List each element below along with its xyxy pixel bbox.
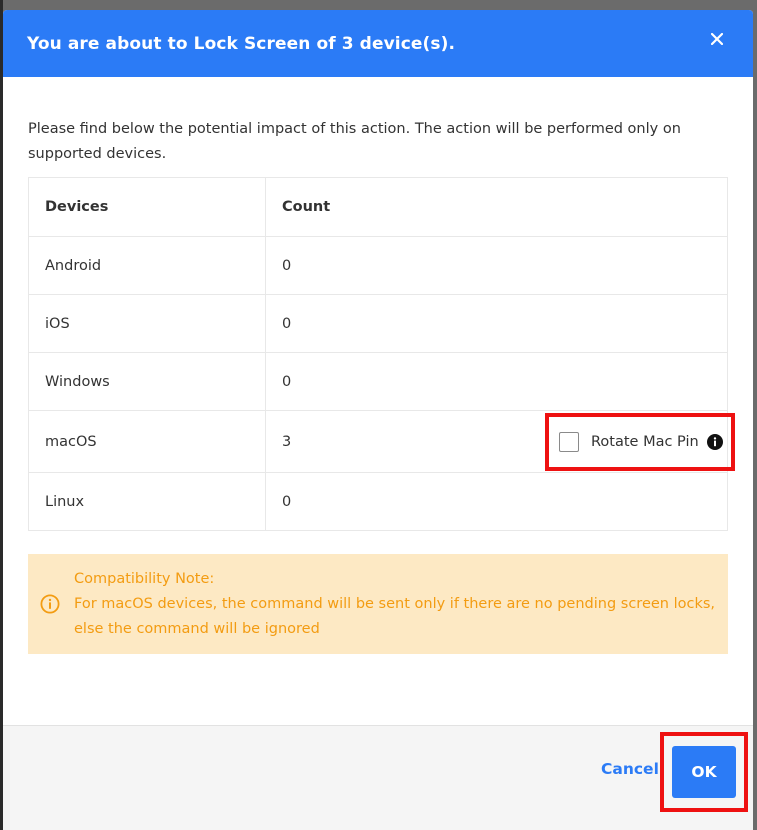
device-name: macOS <box>28 410 266 473</box>
table-row: Windows 0 <box>28 352 728 411</box>
ok-highlight: OK <box>660 732 748 812</box>
dialog-body: Please find below the potential impact o… <box>3 117 753 654</box>
dialog-header: You are about to Lock Screen of 3 device… <box>3 10 753 77</box>
cancel-button[interactable]: Cancel <box>601 760 659 778</box>
lock-screen-dialog: You are about to Lock Screen of 3 device… <box>3 10 753 830</box>
intro-text: Please find below the potential impact o… <box>28 121 681 162</box>
compatibility-note: Compatibility Note: For macOS devices, t… <box>28 554 728 654</box>
dialog-footer: Cancel OK <box>3 725 753 830</box>
rotate-mac-pin-checkbox[interactable] <box>559 431 579 452</box>
device-name: iOS <box>28 294 266 353</box>
close-icon <box>711 32 723 45</box>
note-title: Compatibility Note: <box>74 571 215 587</box>
device-count-cell: 3 Rotate Mac Pin <box>265 410 735 473</box>
close-button[interactable] <box>705 27 729 51</box>
ok-button[interactable]: OK <box>672 746 736 798</box>
device-name: Android <box>28 236 266 295</box>
rotate-mac-pin-label: Rotate Mac Pin <box>591 433 699 450</box>
header-count: Count <box>265 177 728 237</box>
device-count: 0 <box>265 236 728 295</box>
table-row: Android 0 <box>28 236 728 295</box>
device-name: Linux <box>28 472 266 531</box>
device-count: 0 <box>265 352 728 411</box>
dialog-title: You are about to Lock Screen of 3 device… <box>27 33 456 54</box>
table-header-row: Devices Count <box>28 177 728 237</box>
rotate-mac-pin-option: Rotate Mac Pin <box>545 412 735 471</box>
table-row: iOS 0 <box>28 294 728 353</box>
impact-table: Devices Count Android 0 iOS 0 Windows 0 … <box>28 177 735 531</box>
device-count: 0 <box>265 294 728 353</box>
device-count: 0 <box>265 472 728 531</box>
device-count: 3 <box>282 433 292 450</box>
table-row: Linux 0 <box>28 472 728 531</box>
info-circle-icon <box>40 594 60 641</box>
note-text: For macOS devices, the command will be s… <box>74 596 716 637</box>
header-devices: Devices <box>28 177 266 237</box>
info-icon[interactable] <box>706 433 723 450</box>
device-name: Windows <box>28 352 266 411</box>
table-row: macOS 3 Rotate Mac Pin <box>28 410 735 473</box>
